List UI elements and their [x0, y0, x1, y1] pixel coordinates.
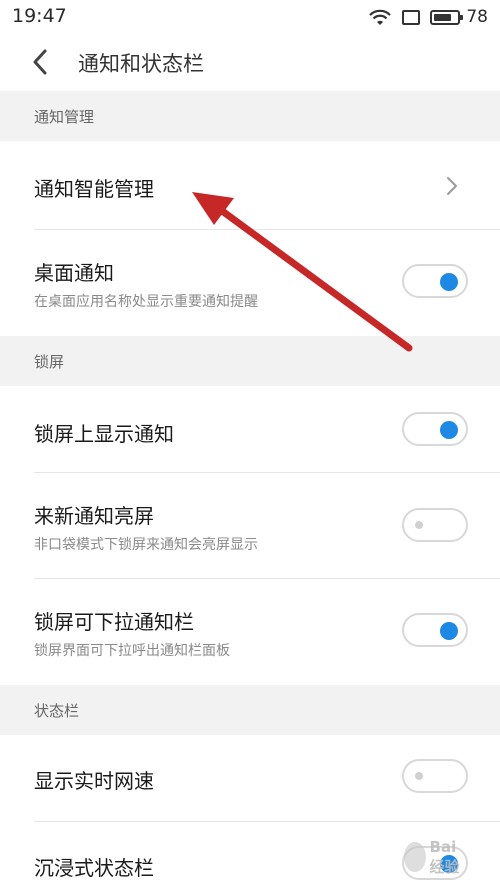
- row-title: 锁屏上显示通知: [34, 422, 174, 446]
- app-bar: 通知和状态栏: [0, 34, 500, 90]
- section-header-lock-screen: 锁屏: [0, 336, 500, 386]
- battery-icon: [430, 9, 464, 25]
- toggle-knob: [440, 421, 458, 439]
- section-header-status-bar: 状态栏: [0, 685, 500, 735]
- row-title: 桌面通知: [34, 261, 114, 285]
- status-icons: 78: [368, 6, 488, 28]
- toggle-knob: [440, 622, 458, 640]
- toggle-knob: [440, 273, 458, 291]
- desktop-notification-toggle[interactable]: [402, 264, 468, 298]
- battery-fill: [434, 13, 452, 21]
- screen-icon: [402, 9, 421, 25]
- baidu-paw-logo: [404, 842, 426, 872]
- status-bar: 19:47 78: [0, 0, 500, 34]
- row-show-on-lock-screen[interactable]: 锁屏上显示通知: [0, 386, 500, 473]
- row-subtitle: 锁屏界面可下拉呼出通知栏面板: [34, 643, 230, 659]
- row-pull-down-on-lock[interactable]: 锁屏可下拉通知栏 锁屏界面可下拉呼出通知栏面板: [0, 579, 500, 685]
- wifi-icon: [369, 9, 392, 25]
- realtime-speed-toggle[interactable]: [402, 759, 468, 793]
- row-smart-notification-management[interactable]: 通知智能管理: [0, 141, 500, 230]
- page-title: 通知和状态栏: [78, 52, 204, 76]
- wake-on-notify-toggle[interactable]: [402, 508, 468, 542]
- row-title: 锁屏可下拉通知栏: [34, 610, 194, 634]
- row-realtime-network-speed[interactable]: 显示实时网速: [0, 735, 500, 822]
- watermark-text: Bai 经验: [429, 837, 460, 876]
- toggle-knob: [415, 521, 423, 529]
- status-time: 19:47: [12, 5, 67, 27]
- row-subtitle: 在桌面应用名称处显示重要通知提醒: [34, 294, 258, 310]
- toggle-knob: [415, 772, 423, 780]
- back-arrow-icon: [33, 49, 47, 75]
- row-subtitle: 非口袋模式下锁屏来通知会亮屏显示: [34, 537, 258, 553]
- chevron-right-icon: [447, 177, 457, 195]
- row-title: 通知智能管理: [34, 177, 154, 201]
- watermark: Bai 经验: [404, 834, 474, 880]
- section-header-notification: 通知管理: [0, 91, 500, 141]
- row-title: 来新通知亮屏: [34, 504, 154, 528]
- row-title: 沉浸式状态栏: [34, 856, 154, 880]
- row-wake-on-notification[interactable]: 来新通知亮屏 非口袋模式下锁屏来通知会亮屏显示: [0, 473, 500, 579]
- show-on-lock-toggle[interactable]: [402, 412, 468, 446]
- back-button[interactable]: [24, 46, 56, 78]
- row-desktop-notification[interactable]: 桌面通知 在桌面应用名称处显示重要通知提醒: [0, 230, 500, 336]
- battery-level: 78: [466, 7, 488, 27]
- pull-down-on-lock-toggle[interactable]: [402, 613, 468, 647]
- row-title: 显示实时网速: [34, 769, 154, 793]
